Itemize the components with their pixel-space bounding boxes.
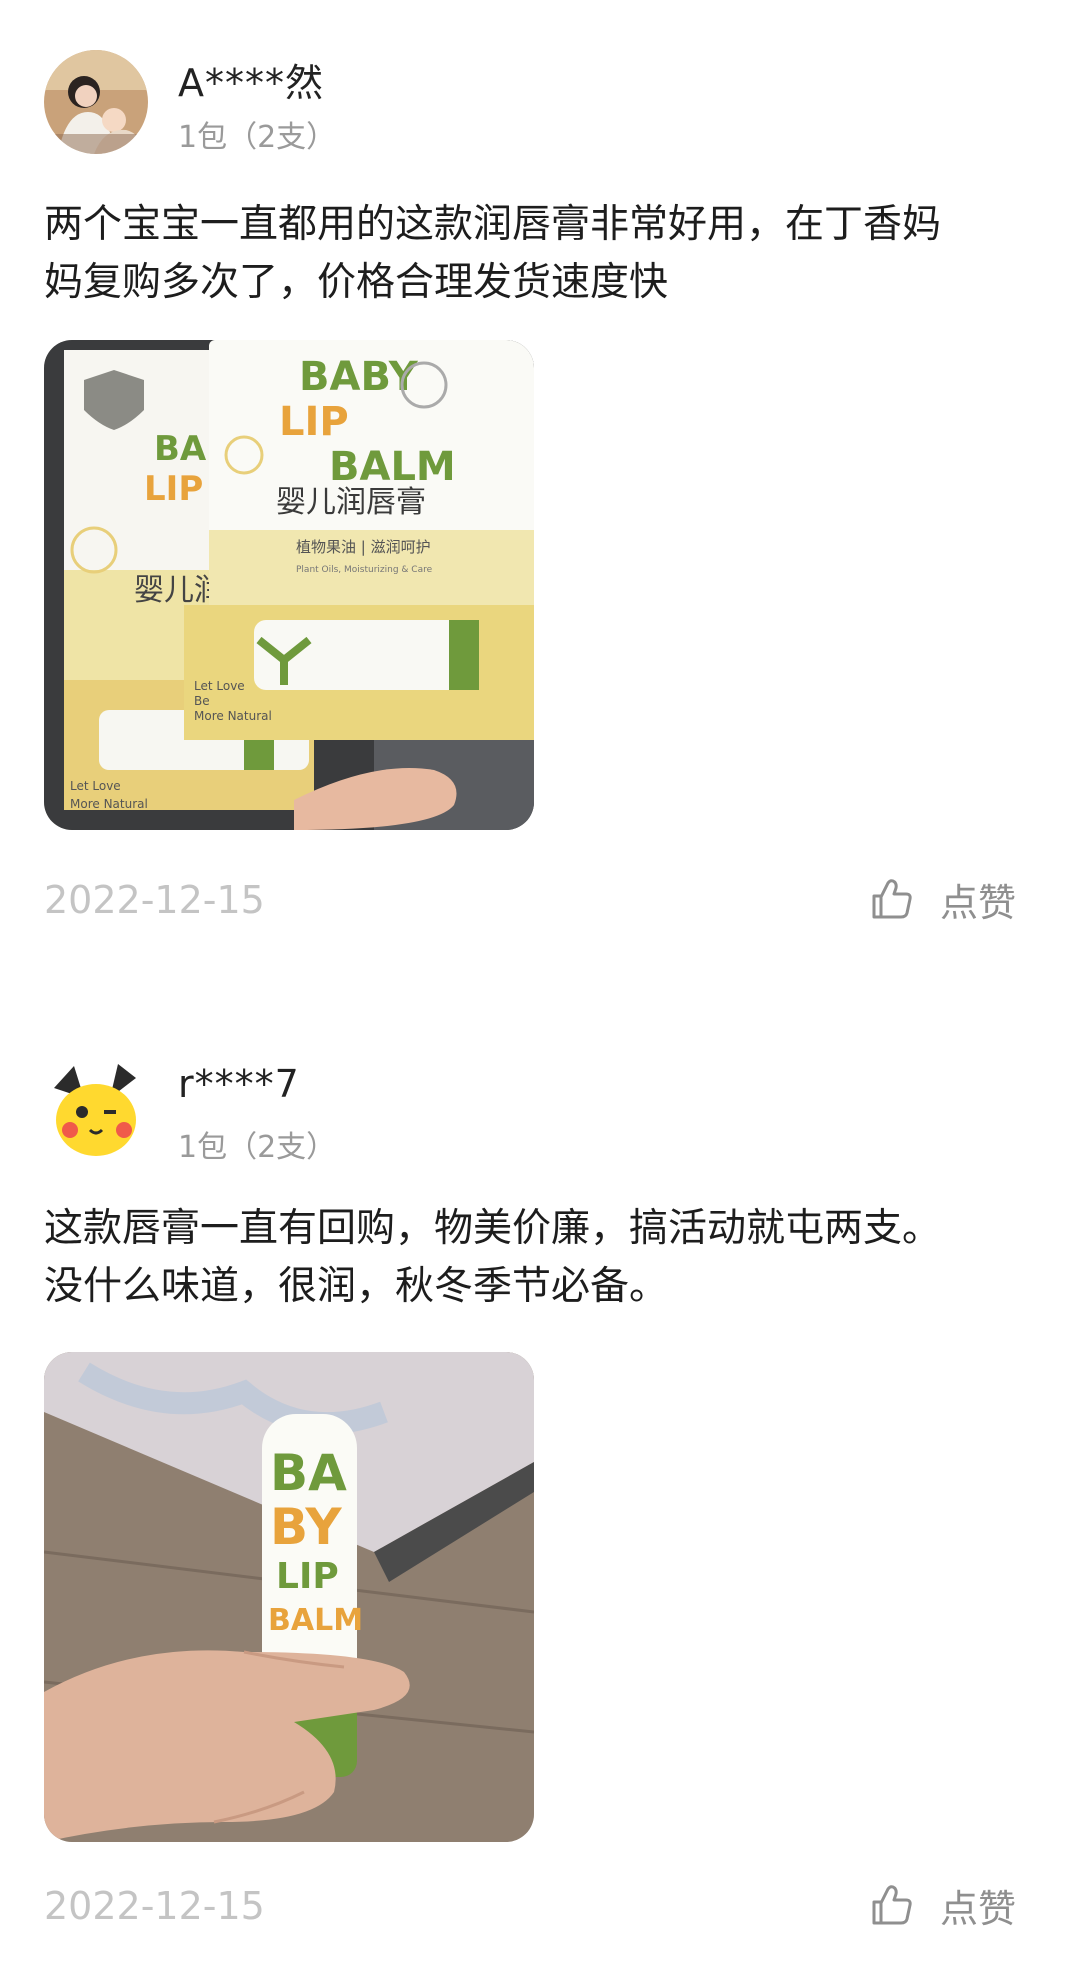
svg-text:More Natural: More Natural <box>70 797 148 811</box>
review-text: 两个宝宝一直都用的这款润唇膏非常好用，在丁香妈 妈复购多次了，价格合理发货速度快 <box>44 202 942 305</box>
review-card: A****然 1包（2支） 两个宝宝一直都用的这款润唇膏非常好用，在丁香妈 妈复… <box>0 0 1080 960</box>
review-photo[interactable]: BA BY LIP BALM <box>44 1352 534 1842</box>
user-avatar[interactable] <box>44 50 148 154</box>
svg-text:BALM: BALM <box>268 1603 363 1638</box>
svg-text:婴儿润唇膏: 婴儿润唇膏 <box>276 485 426 520</box>
svg-text:BY: BY <box>270 1498 342 1556</box>
svg-text:BABY: BABY <box>299 354 419 400</box>
svg-text:BA: BA <box>270 1444 347 1502</box>
username: A****然 <box>178 61 324 105</box>
svg-text:LIP: LIP <box>144 469 203 509</box>
review-photo[interactable]: BA LIP 婴儿润 Let Love More Natural BABY LI… <box>44 340 534 830</box>
svg-text:Let Love: Let Love <box>194 679 245 693</box>
user-avatar[interactable] <box>44 1058 148 1162</box>
svg-text:Plant Oils, Moisturizing & Car: Plant Oils, Moisturizing & Care <box>296 565 433 575</box>
svg-text:LIP: LIP <box>276 1556 339 1597</box>
thumbs-up-icon <box>870 1883 914 1927</box>
svg-text:More Natural: More Natural <box>194 709 272 723</box>
svg-text:Be: Be <box>194 694 210 708</box>
lip-balm-box-front: BABY LIP BALM 婴儿润唇膏 植物果油 | 滋润呵护 Plant Oi… <box>184 340 534 740</box>
svg-text:BALM: BALM <box>329 444 456 490</box>
review-date: 2022-12-15 <box>44 1884 265 1928</box>
like-label: 点赞 <box>940 1886 1017 1931</box>
review-text: 这款唇膏一直有回购，物美价廉，搞活动就屯两支。 没什么味道，很润，秋冬季节必备。 <box>44 1206 942 1309</box>
svg-text:LIP: LIP <box>279 399 349 445</box>
username: r****7 <box>178 1062 300 1106</box>
review-card: r****7 1包（2支） 这款唇膏一直有回购，物美价廉，搞活动就屯两支。 没什… <box>0 1000 1080 1971</box>
thumbs-up-icon <box>870 877 914 921</box>
product-variant: 1包（2支） <box>178 120 337 155</box>
review-date: 2022-12-15 <box>44 878 265 922</box>
svg-text:Let Love: Let Love <box>70 779 121 793</box>
like-label: 点赞 <box>940 880 1017 925</box>
svg-text:植物果油 | 滋润呵护: 植物果油 | 滋润呵护 <box>296 538 431 556</box>
like-button[interactable]: 点赞 <box>870 1880 1017 1931</box>
product-variant: 1包（2支） <box>178 1130 337 1165</box>
like-button[interactable]: 点赞 <box>870 874 1017 925</box>
svg-text:BA: BA <box>154 429 207 469</box>
